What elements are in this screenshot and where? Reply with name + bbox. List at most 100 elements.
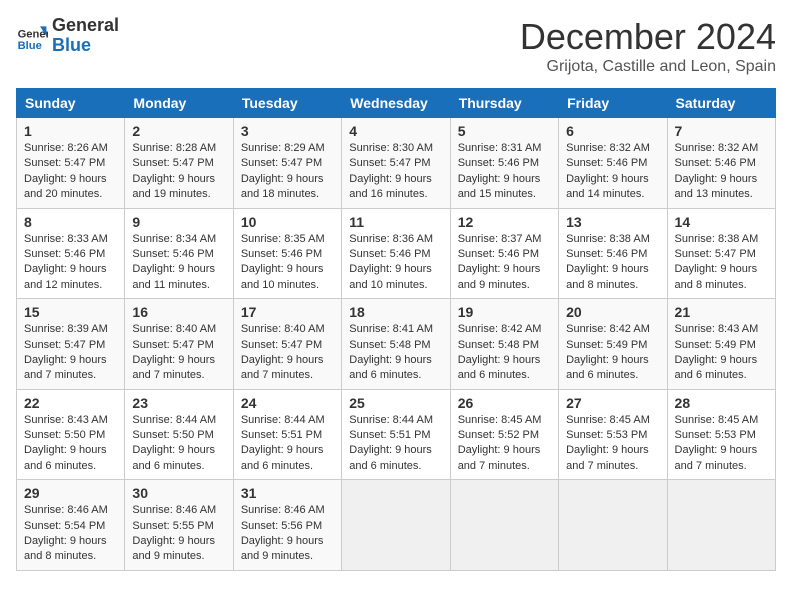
cell-info-line: Daylight: 9 hours bbox=[566, 172, 659, 187]
calendar-cell: 12 Sunrise: 8:37 AMSunset: 5:46 PMDayligh… bbox=[450, 208, 558, 299]
cell-info-line: Sunrise: 8:42 AM bbox=[458, 322, 551, 337]
day-number: 31 bbox=[241, 485, 334, 501]
cell-info-line: and 13 minutes. bbox=[675, 187, 768, 202]
cell-info-line: Daylight: 9 hours bbox=[132, 443, 225, 458]
cell-info-line: Sunset: 5:46 PM bbox=[132, 247, 225, 262]
day-number: 8 bbox=[24, 214, 117, 230]
day-number: 25 bbox=[349, 395, 442, 411]
logo-icon: General Blue bbox=[16, 20, 48, 52]
header-day-saturday: Saturday bbox=[667, 89, 775, 118]
day-number: 5 bbox=[458, 123, 551, 139]
cell-info-line: Sunset: 5:55 PM bbox=[132, 519, 225, 534]
calendar-cell: 20Sunrise: 8:42 AMSunset: 5:49 PMDayligh… bbox=[559, 299, 667, 390]
calendar-cell: 2Sunrise: 8:28 AMSunset: 5:47 PMDaylight… bbox=[125, 118, 233, 209]
cell-info-line: Daylight: 9 hours bbox=[675, 172, 768, 187]
day-number: 3 bbox=[241, 123, 334, 139]
cell-info-line: and 8 minutes. bbox=[24, 549, 117, 564]
week-row-3: 15Sunrise: 8:39 AMSunset: 5:47 PMDayligh… bbox=[17, 299, 776, 390]
cell-info-line: Daylight: 9 hours bbox=[566, 443, 659, 458]
day-number: 13 bbox=[566, 214, 659, 230]
calendar-cell: 1Sunrise: 8:26 AMSunset: 5:47 PMDaylight… bbox=[17, 118, 125, 209]
cell-info-line: Sunset: 5:46 PM bbox=[675, 156, 768, 171]
day-number: 21 bbox=[675, 304, 768, 320]
cell-info-line: and 8 minutes. bbox=[566, 278, 659, 293]
cell-info-line: and 10 minutes. bbox=[349, 278, 442, 293]
header-day-wednesday: Wednesday bbox=[342, 89, 450, 118]
cell-info-line: and 11 minutes. bbox=[132, 278, 225, 293]
cell-info-line: Sunset: 5:47 PM bbox=[24, 156, 117, 171]
cell-info-line: Sunset: 5:47 PM bbox=[132, 156, 225, 171]
cell-info-line: Sunrise: 8:44 AM bbox=[241, 413, 334, 428]
cell-info-line: Daylight: 9 hours bbox=[24, 443, 117, 458]
location-subtitle: Grijota, Castille and Leon, Spain bbox=[520, 58, 776, 76]
cell-info-line: Sunrise: 8:42 AM bbox=[566, 322, 659, 337]
cell-info-line: and 19 minutes. bbox=[132, 187, 225, 202]
day-number: 11 bbox=[349, 214, 442, 230]
cell-info-line: Daylight: 9 hours bbox=[132, 172, 225, 187]
cell-info-line: Daylight: 9 hours bbox=[132, 353, 225, 368]
cell-info-line: Daylight: 9 hours bbox=[458, 262, 551, 277]
cell-info-line: Daylight: 9 hours bbox=[24, 262, 117, 277]
cell-info-line: Sunset: 5:47 PM bbox=[675, 247, 768, 262]
cell-info-line: Sunrise: 8:43 AM bbox=[24, 413, 117, 428]
cell-info-line: Sunrise: 8:45 AM bbox=[566, 413, 659, 428]
cell-info-line: Sunset: 5:49 PM bbox=[566, 338, 659, 353]
cell-info-line: Daylight: 9 hours bbox=[24, 534, 117, 549]
week-row-1: 1Sunrise: 8:26 AMSunset: 5:47 PMDaylight… bbox=[17, 118, 776, 209]
header-day-sunday: Sunday bbox=[17, 89, 125, 118]
header-row: SundayMondayTuesdayWednesdayThursdayFrid… bbox=[17, 89, 776, 118]
cell-info-line: Sunrise: 8:40 AM bbox=[132, 322, 225, 337]
cell-info-line: Sunset: 5:46 PM bbox=[458, 247, 551, 262]
cell-info-line: Sunrise: 8:38 AM bbox=[675, 232, 768, 247]
cell-info-line: Sunset: 5:46 PM bbox=[349, 247, 442, 262]
cell-info-line: Daylight: 9 hours bbox=[349, 353, 442, 368]
calendar-cell: 22Sunrise: 8:43 AMSunset: 5:50 PMDayligh… bbox=[17, 389, 125, 480]
calendar-cell: 9Sunrise: 8:34 AMSunset: 5:46 PMDaylight… bbox=[125, 208, 233, 299]
cell-info-line: and 7 minutes. bbox=[24, 368, 117, 383]
calendar-table: SundayMondayTuesdayWednesdayThursdayFrid… bbox=[16, 88, 776, 571]
cell-info-line: Sunset: 5:50 PM bbox=[132, 428, 225, 443]
cell-info-line: Daylight: 9 hours bbox=[241, 262, 334, 277]
calendar-cell: 3Sunrise: 8:29 AMSunset: 5:47 PMDaylight… bbox=[233, 118, 341, 209]
cell-info-line: Sunset: 5:50 PM bbox=[24, 428, 117, 443]
calendar-cell bbox=[667, 480, 775, 571]
day-number: 9 bbox=[132, 214, 225, 230]
cell-info-line: Sunrise: 8:37 AM bbox=[458, 232, 551, 247]
cell-info-line: Sunset: 5:46 PM bbox=[566, 247, 659, 262]
day-number: 6 bbox=[566, 123, 659, 139]
cell-info-line: and 20 minutes. bbox=[24, 187, 117, 202]
calendar-cell: 16Sunrise: 8:40 AMSunset: 5:47 PMDayligh… bbox=[125, 299, 233, 390]
day-number: 12 bbox=[458, 214, 551, 230]
cell-info-line: Daylight: 9 hours bbox=[458, 443, 551, 458]
cell-info-line: Sunrise: 8:44 AM bbox=[349, 413, 442, 428]
cell-info-line: Sunset: 5:49 PM bbox=[675, 338, 768, 353]
cell-info-line: Sunset: 5:51 PM bbox=[349, 428, 442, 443]
cell-info-line: and 6 minutes. bbox=[349, 368, 442, 383]
day-number: 24 bbox=[241, 395, 334, 411]
cell-info-line: and 9 minutes. bbox=[132, 549, 225, 564]
title-block: December 2024 Grijota, Castille and Leon… bbox=[520, 16, 776, 76]
cell-info-line: Sunset: 5:46 PM bbox=[566, 156, 659, 171]
day-number: 2 bbox=[132, 123, 225, 139]
cell-info-line: Sunset: 5:53 PM bbox=[675, 428, 768, 443]
calendar-cell: 21Sunrise: 8:43 AMSunset: 5:49 PMDayligh… bbox=[667, 299, 775, 390]
cell-info-line: Daylight: 9 hours bbox=[24, 172, 117, 187]
day-number: 28 bbox=[675, 395, 768, 411]
cell-info-line: Sunrise: 8:34 AM bbox=[132, 232, 225, 247]
cell-info-line: Daylight: 9 hours bbox=[349, 262, 442, 277]
cell-info-line: Daylight: 9 hours bbox=[241, 172, 334, 187]
cell-info-line: Daylight: 9 hours bbox=[349, 172, 442, 187]
cell-info-line: Sunrise: 8:40 AM bbox=[241, 322, 334, 337]
cell-info-line: Daylight: 9 hours bbox=[566, 262, 659, 277]
cell-info-line: and 18 minutes. bbox=[241, 187, 334, 202]
cell-info-line: Sunrise: 8:45 AM bbox=[675, 413, 768, 428]
header-day-thursday: Thursday bbox=[450, 89, 558, 118]
cell-info-line: Daylight: 9 hours bbox=[241, 353, 334, 368]
cell-info-line: and 12 minutes. bbox=[24, 278, 117, 293]
calendar-cell: 10Sunrise: 8:35 AMSunset: 5:46 PMDayligh… bbox=[233, 208, 341, 299]
cell-info-line: and 7 minutes. bbox=[241, 368, 334, 383]
day-number: 16 bbox=[132, 304, 225, 320]
calendar-cell: 6Sunrise: 8:32 AMSunset: 5:46 PMDaylight… bbox=[559, 118, 667, 209]
cell-info-line: and 6 minutes. bbox=[132, 459, 225, 474]
day-number: 26 bbox=[458, 395, 551, 411]
